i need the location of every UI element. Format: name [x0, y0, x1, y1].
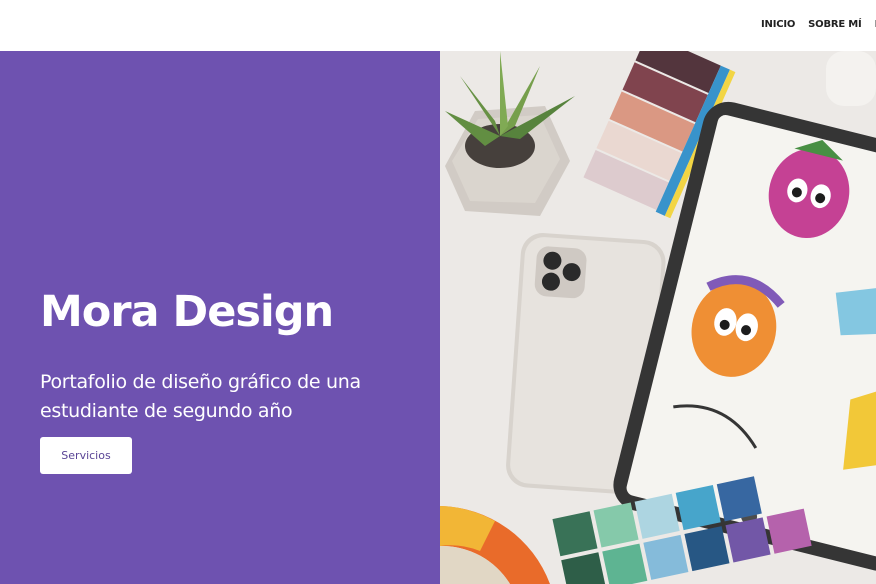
- top-navbar: INICIO SOBRE MÍ F: [0, 0, 876, 51]
- nav-link-sobre-mi[interactable]: SOBRE MÍ: [808, 19, 862, 30]
- hero-panel: Mora Design Portafolio de diseño gráfico…: [0, 51, 440, 584]
- hero-title: Mora Design: [40, 287, 334, 337]
- design-desk-photo-icon: [440, 51, 876, 584]
- services-button[interactable]: Servicios: [40, 437, 132, 474]
- main-nav: INICIO SOBRE MÍ F: [761, 19, 876, 30]
- hero-subtitle: Portafolio de diseño gráfico de una estu…: [40, 371, 361, 422]
- hero-photo: [440, 51, 876, 584]
- nav-link-inicio[interactable]: INICIO: [761, 19, 795, 30]
